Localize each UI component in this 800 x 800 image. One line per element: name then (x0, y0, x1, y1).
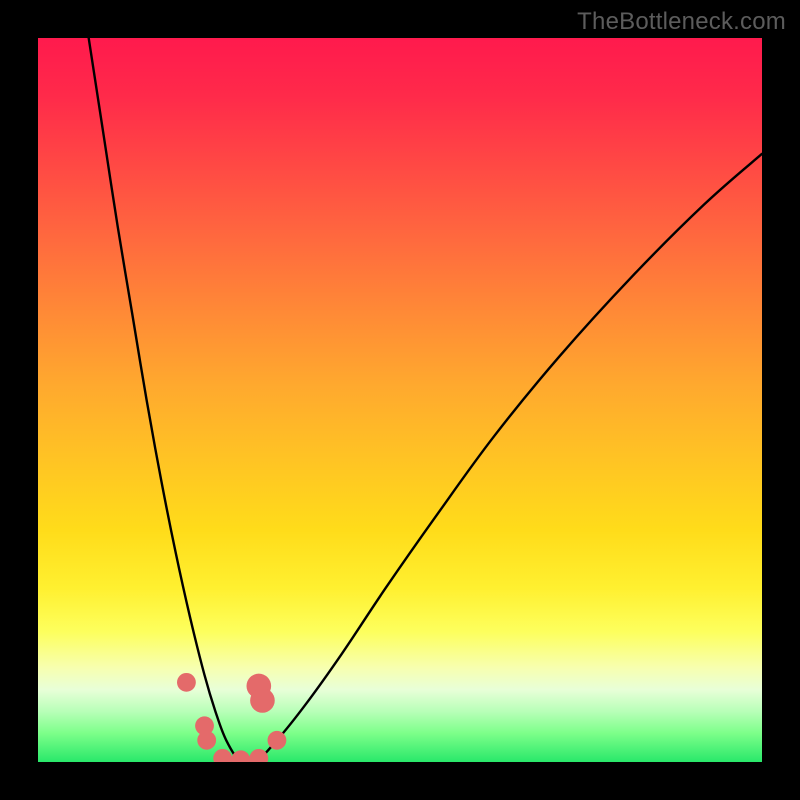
curve-marker-dot (250, 688, 275, 713)
curve-marker-dot (197, 731, 216, 750)
chart-frame: TheBottleneck.com (0, 0, 800, 800)
watermark-text: TheBottleneck.com (577, 8, 786, 36)
bottleneck-curve-svg (38, 38, 762, 762)
curve-marker-dot (249, 749, 268, 762)
bottleneck-curve (89, 38, 762, 762)
curve-marker-dot (177, 673, 196, 692)
plot-area (38, 38, 762, 762)
curve-marker-dot (268, 731, 287, 750)
curve-marker-dot (213, 749, 232, 762)
